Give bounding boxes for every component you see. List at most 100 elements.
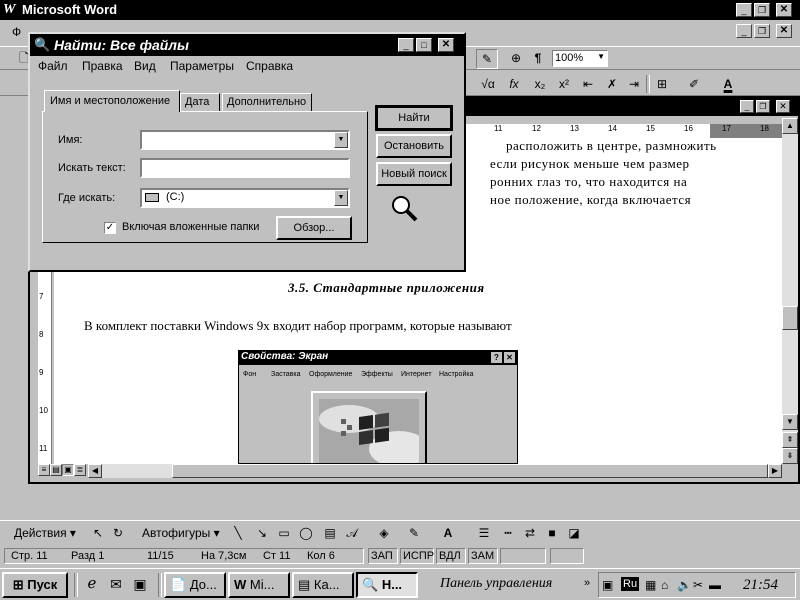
borders-icon[interactable]: ⊞: [652, 75, 672, 93]
wordart-icon[interactable]: 𝒜: [342, 524, 362, 542]
zoom-select[interactable]: 100% ▼: [552, 50, 608, 67]
find-maximize-button[interactable]: □: [416, 38, 432, 52]
find-menu-file[interactable]: Файл: [38, 59, 68, 73]
line-style-icon[interactable]: ☰: [474, 524, 494, 542]
find-menu-options[interactable]: Параметры: [170, 59, 234, 73]
rectangle-icon[interactable]: ▭: [274, 524, 294, 542]
task-button-active[interactable]: 🔍 Н...: [356, 572, 418, 598]
tray-tool-icon[interactable]: ✂: [693, 578, 703, 592]
status-ext[interactable]: ВДЛ: [436, 548, 466, 564]
tray-display-icon[interactable]: ▬: [709, 578, 721, 592]
tray-monitor-icon[interactable]: ▣: [602, 578, 613, 592]
docwin-close-button[interactable]: ✕: [776, 100, 790, 113]
draw-font-color-icon[interactable]: A: [438, 524, 458, 542]
doc-close-button[interactable]: ✕: [776, 24, 792, 38]
scroll-left-arrow[interactable]: ◀: [88, 464, 102, 478]
look-in-dropdown-arrow[interactable]: ▼: [334, 190, 348, 206]
find-title-bar[interactable]: 🔍 Найти: Все файлы _ □ ✕: [30, 34, 464, 56]
task-button[interactable]: ▤ Ка...: [292, 572, 354, 598]
textbox-icon[interactable]: ▤: [320, 524, 340, 542]
highlight-icon[interactable]: ✐: [684, 75, 704, 93]
find-menu-edit[interactable]: Правка: [82, 59, 123, 73]
embedded-screenshot[interactable]: Свойства: Экран ? ✕ Фон Заставка Оформле…: [238, 350, 518, 464]
find-menu-view[interactable]: Вид: [134, 59, 156, 73]
panel-toolbar[interactable]: Панель управления: [430, 573, 584, 597]
line-icon[interactable]: ╲: [228, 524, 248, 542]
oval-icon[interactable]: ◯: [296, 524, 316, 542]
3d-icon[interactable]: ◪: [564, 524, 584, 542]
fill-color-icon[interactable]: ◈: [374, 524, 394, 542]
task-button[interactable]: 📄 До...: [164, 572, 226, 598]
task-button[interactable]: W Mi...: [228, 572, 290, 598]
tab-name-location[interactable]: Имя и местоположение: [44, 90, 180, 112]
scroll-up-arrow[interactable]: ▲: [782, 118, 798, 134]
prev-page-icon[interactable]: ⇞: [782, 432, 798, 448]
stop-button[interactable]: Остановить: [376, 134, 452, 158]
search-text-input[interactable]: [140, 158, 350, 178]
new-search-button[interactable]: Новый поиск: [376, 162, 452, 186]
tray-network-icon[interactable]: ⌂: [661, 578, 668, 592]
document-map-icon[interactable]: ✎: [476, 49, 498, 69]
name-combobox[interactable]: ▼: [140, 130, 350, 150]
look-in-combobox[interactable]: (C:) ▼: [140, 188, 350, 208]
layout-view-icon[interactable]: ▣: [62, 464, 74, 476]
font-color-icon[interactable]: A: [718, 75, 738, 93]
arrow-style-icon[interactable]: ⇄: [520, 524, 540, 542]
ie-icon[interactable]: ℯ: [82, 575, 102, 593]
zoom-dropdown-arrow[interactable]: ▼: [597, 52, 605, 61]
close-button[interactable]: ✕: [776, 3, 792, 17]
indent-decrease-icon[interactable]: ⇤: [578, 75, 598, 93]
docwin-minimize-button[interactable]: _: [740, 100, 754, 113]
line-color-icon[interactable]: ✎: [404, 524, 424, 542]
doc-minimize-button[interactable]: _: [736, 24, 752, 38]
draw-actions-menu[interactable]: Действия ▾: [14, 526, 76, 540]
normal-view-icon[interactable]: ≡: [38, 464, 50, 476]
next-page-icon[interactable]: ⇟: [782, 448, 798, 464]
indent-increase-icon[interactable]: ⇥: [624, 75, 644, 93]
hscroll-thumb[interactable]: [172, 464, 768, 478]
outlook-icon[interactable]: ✉: [106, 575, 126, 593]
scroll-down-arrow[interactable]: ▼: [782, 414, 798, 430]
docwin-restore-button[interactable]: ❐: [756, 100, 770, 113]
browse-button[interactable]: Обзор...: [276, 216, 352, 240]
select-objects-icon[interactable]: ↖: [88, 524, 108, 542]
subfolders-checkbox[interactable]: ✓: [104, 222, 116, 234]
status-trk[interactable]: ИСПР: [400, 548, 434, 564]
autoshapes-menu[interactable]: Автофигуры ▾: [142, 526, 220, 540]
language-indicator[interactable]: Ru: [621, 577, 640, 591]
vscroll-thumb[interactable]: [782, 306, 798, 330]
vertical-scrollbar[interactable]: ▲ ▼ ⇞ ⇟: [782, 118, 798, 464]
status-ovr[interactable]: ЗАМ: [468, 548, 498, 564]
find-close-button[interactable]: ✕: [438, 38, 454, 52]
name-dropdown-arrow[interactable]: ▼: [334, 132, 348, 148]
arrow-icon[interactable]: ↘: [252, 524, 272, 542]
word-app-icon[interactable]: W: [3, 2, 15, 18]
right-indent-marker[interactable]: [710, 124, 782, 138]
clock[interactable]: 21:54: [743, 577, 778, 594]
find-minimize-button[interactable]: _: [398, 38, 414, 52]
restore-button[interactable]: ❐: [754, 3, 770, 17]
dash-style-icon[interactable]: ┅: [498, 524, 518, 542]
volume-icon[interactable]: 🔈: [677, 578, 692, 592]
tab-advanced[interactable]: Дополнительно: [222, 93, 312, 112]
shadow-icon[interactable]: ■: [542, 524, 562, 542]
horizontal-scrollbar[interactable]: ◀ ▶: [88, 464, 782, 478]
subscript-icon[interactable]: x₂: [530, 75, 550, 93]
desktop-icon[interactable]: ▣: [130, 575, 150, 593]
menu-file-partial[interactable]: Ф: [12, 25, 21, 39]
show-formatting-icon[interactable]: ¶: [528, 49, 548, 67]
horizontal-ruler[interactable]: 11 12 13 14 15 16 17 18: [462, 124, 782, 138]
outline-view-icon[interactable]: ≣: [74, 464, 86, 476]
function-icon[interactable]: fx: [504, 75, 524, 93]
minimize-button[interactable]: _: [736, 3, 752, 17]
tab-date[interactable]: Дата: [180, 93, 220, 112]
find-menu-help[interactable]: Справка: [246, 59, 293, 73]
panel-more-icon[interactable]: »: [584, 577, 590, 589]
superscript-icon[interactable]: x²: [554, 75, 574, 93]
status-rec[interactable]: ЗАП: [368, 548, 398, 564]
web-view-icon[interactable]: ▤: [50, 464, 62, 476]
delete-format-icon[interactable]: ✗: [602, 75, 622, 93]
doc-restore-button[interactable]: ❐: [754, 24, 770, 38]
start-button[interactable]: ⊞ Пуск: [2, 572, 68, 598]
equation-icon[interactable]: √α: [478, 75, 498, 93]
